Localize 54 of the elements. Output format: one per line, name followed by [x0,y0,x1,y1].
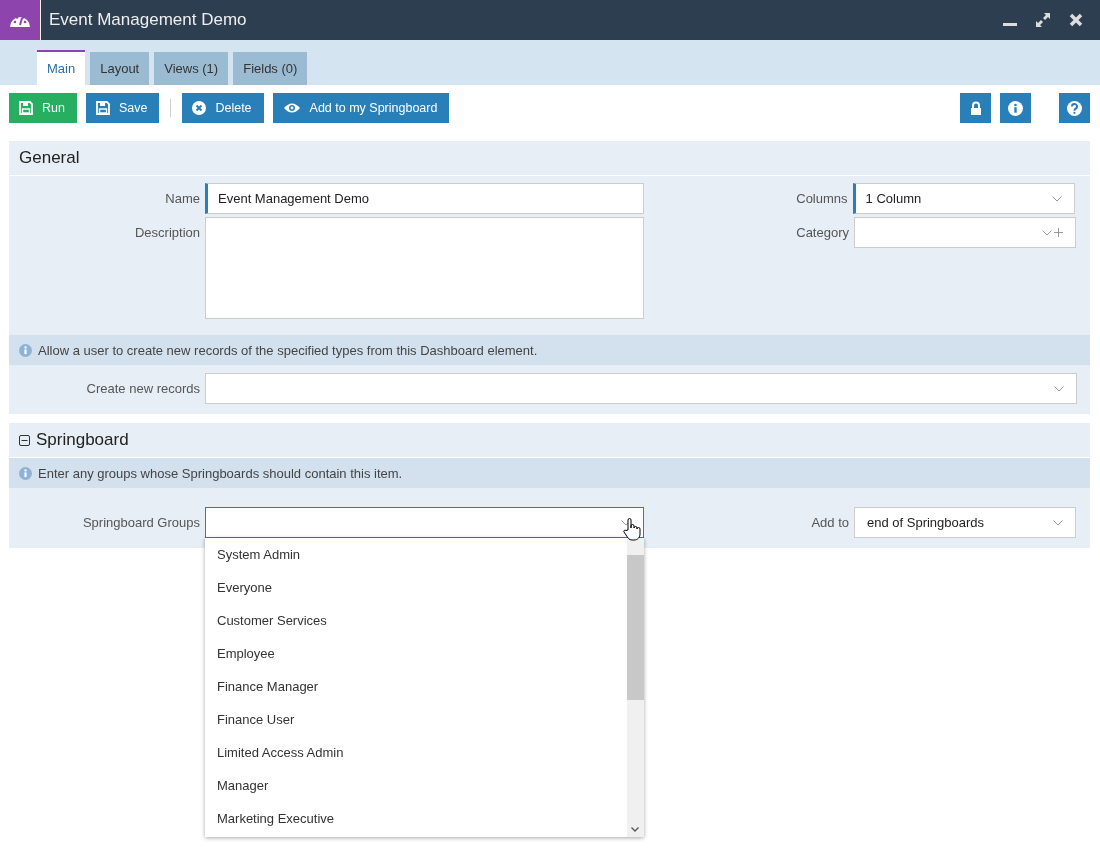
field-label: Name [164,190,200,206]
field-label: Add to [811,514,849,530]
info-button[interactable] [1000,93,1031,123]
dropdown-option[interactable]: Everyone [205,571,627,604]
chevron-down-icon [1042,229,1052,236]
field-label: Columns [796,190,848,206]
toolbar-button[interactable]: Delete [182,93,264,123]
dropdown-field[interactable] [854,217,1076,248]
dropdown-field[interactable] [205,507,644,538]
field-label: Category [796,224,849,240]
eye-icon [282,102,301,114]
info-text: Enter any groups whose Springboards should contain this item. [38,465,403,481]
dropdown-option[interactable]: System Admin [205,538,627,571]
tab[interactable]: Views (1) [154,52,229,85]
info-icon [19,466,32,480]
chevron-down-icon [1051,195,1062,202]
dropdown-option[interactable]: Limited Access Admin [205,736,627,769]
delete-icon [192,101,207,115]
chevron-down-icon [1053,519,1063,526]
field-label: Description [133,224,200,240]
lock-button[interactable] [960,93,991,123]
field-label: Create new records [85,380,200,396]
info-icon [1008,100,1023,116]
help-button[interactable] [1059,93,1090,123]
toolbar-button[interactable]: Save [85,93,160,123]
lock-icon [969,101,982,115]
scroll-down-icon[interactable] [631,827,639,832]
dropdown-option[interactable]: Customer Services [205,604,627,637]
dropdown-field[interactable] [205,373,1077,404]
scrollbar[interactable] [627,538,644,837]
help-icon [1067,100,1082,116]
dropdown-option[interactable]: Finance Manager [205,670,627,703]
window-title: Event Management Demo [49,10,248,30]
info-icon [19,343,32,357]
dropdown-option[interactable]: Manager [205,769,627,802]
dropdown-field[interactable]: end of Springboards [854,507,1076,538]
plus-icon [1054,228,1063,237]
dropdown-field[interactable]: 1 Column [852,183,1075,214]
info-text: Allow a user to create new records of the specified types from this Dashboard element. [38,342,538,358]
maximize-icon[interactable] [1034,11,1052,29]
tab[interactable]: Fields (0) [233,52,308,85]
dropdown-option[interactable]: Employee [205,637,627,670]
chevron-down-icon [1054,385,1064,392]
dropdown-option[interactable]: Marketing Executive [205,802,627,835]
dropdown-option[interactable]: Finance User [205,703,627,736]
section-title: General [19,148,80,168]
tab[interactable]: Layout [90,52,150,85]
input-field[interactable]: Event Management Demo [205,183,644,214]
collapse-icon[interactable] [19,434,30,446]
field-label: Springboard Groups [81,514,200,530]
tab[interactable]: Main [37,50,86,85]
toolbar-button[interactable]: Add to my Springboard [272,93,450,123]
close-icon[interactable] [1068,12,1084,28]
section-title: Springboard [36,430,129,450]
